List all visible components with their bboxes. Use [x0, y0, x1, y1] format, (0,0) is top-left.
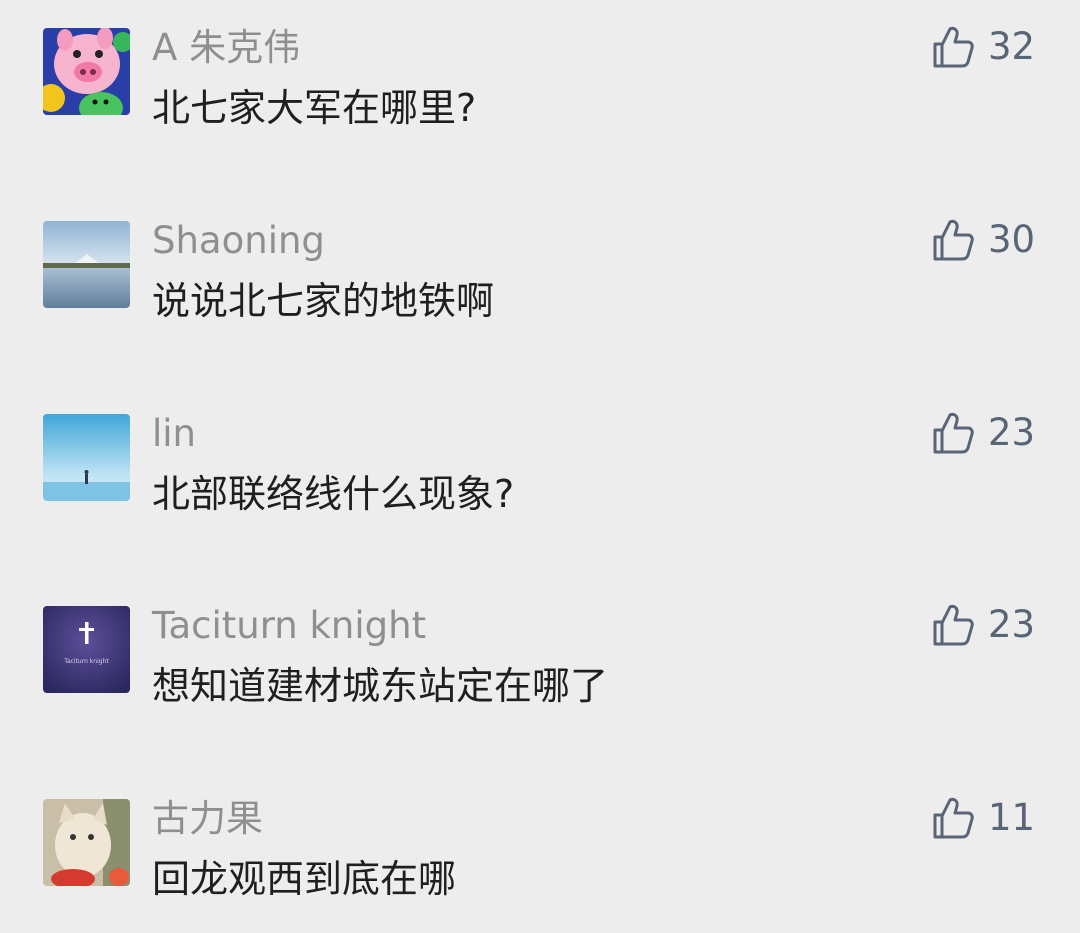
avatar[interactable]: Taciturn knight	[43, 606, 130, 693]
like-button[interactable]: 32	[930, 22, 1035, 72]
like-count: 23	[988, 603, 1036, 646]
comment-text: 想知道建材城东站定在哪了	[152, 664, 609, 708]
comment-item: 古力果 回龙观西到底在哪 11	[0, 771, 1080, 931]
comment-item: A 朱克伟 北七家大军在哪里? 32	[0, 0, 1080, 160]
comment-text: 北七家大军在哪里?	[152, 86, 477, 130]
like-button[interactable]: 23	[930, 600, 1035, 650]
like-button[interactable]: 11	[930, 793, 1035, 843]
like-button[interactable]: 30	[930, 215, 1035, 265]
comment-item: lin 北部联络线什么现象? 23	[0, 386, 1080, 546]
avatar[interactable]	[43, 221, 130, 308]
cross-avatar-image: Taciturn knight	[43, 606, 130, 693]
like-count: 30	[988, 218, 1036, 261]
avatar-caption: Taciturn knight	[63, 658, 109, 665]
comment-username[interactable]: A 朱克伟	[152, 26, 300, 70]
comment-username[interactable]: Shaoning	[152, 219, 325, 263]
avatar[interactable]	[43, 414, 130, 501]
comment-item: Taciturn knight Taciturn knight 想知道建材城东站…	[0, 578, 1080, 738]
thumbs-up-icon	[930, 795, 976, 841]
comment-text: 说说北七家的地铁啊	[152, 279, 495, 323]
avatar[interactable]	[43, 799, 130, 886]
thumbs-up-icon	[930, 410, 976, 456]
comment-text: 回龙观西到底在哪	[152, 857, 457, 901]
thumbs-up-icon	[930, 24, 976, 70]
comment-username[interactable]: Taciturn knight	[152, 604, 426, 648]
thumbs-up-icon	[930, 602, 976, 648]
comment-item: Shaoning 说说北七家的地铁啊 30	[0, 193, 1080, 353]
like-count: 23	[988, 411, 1036, 454]
avatar[interactable]	[43, 28, 130, 115]
comment-username[interactable]: 古力果	[152, 797, 263, 841]
lake-landscape-avatar-image	[43, 221, 130, 308]
pig-avatar-image	[43, 28, 130, 115]
cat-avatar-image	[43, 799, 130, 886]
thumbs-up-icon	[930, 217, 976, 263]
like-count: 11	[988, 796, 1036, 839]
like-count: 32	[988, 25, 1036, 68]
comment-username[interactable]: lin	[152, 412, 196, 456]
like-button[interactable]: 23	[930, 408, 1035, 458]
sky-figure-avatar-image	[43, 414, 130, 501]
comment-text: 北部联络线什么现象?	[152, 472, 515, 516]
